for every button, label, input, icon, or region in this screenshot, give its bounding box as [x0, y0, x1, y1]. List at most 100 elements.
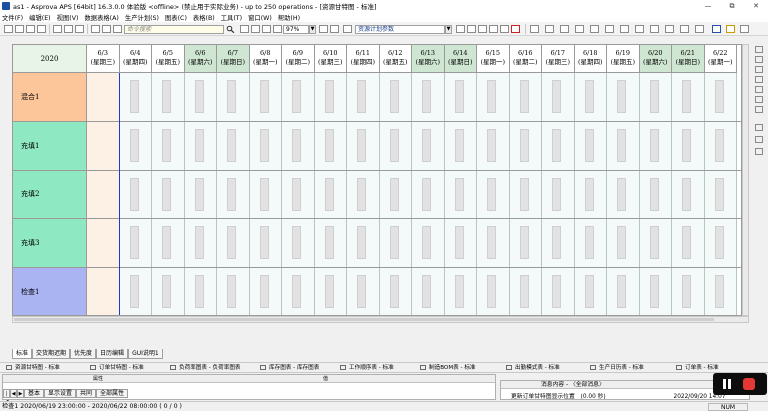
tool-icon[interactable] [755, 76, 763, 83]
restore-button[interactable]: ⧉ [720, 0, 744, 12]
tab-basic[interactable]: 基本 [24, 389, 45, 398]
rows-icon[interactable] [635, 25, 644, 33]
window-tab-order-table[interactable]: 订单表 - 标准 [676, 364, 719, 373]
tool-icon[interactable] [755, 46, 763, 53]
window-tab-load-chart[interactable]: 负荷率图表 - 负荷率图表 [170, 364, 241, 373]
tab-calendar-edit[interactable]: 日历编辑 [96, 349, 129, 359]
tool-icon[interactable] [755, 106, 763, 113]
layout-icon[interactable] [665, 25, 674, 33]
table-icon[interactable] [755, 124, 763, 131]
print-icon[interactable] [37, 25, 46, 33]
scrollbar-thumb[interactable] [14, 318, 714, 321]
align-right-icon[interactable] [560, 25, 569, 33]
pause-icon[interactable] [723, 379, 726, 389]
date-header[interactable]: 6/8 (星期一) [249, 45, 282, 73]
undo-icon[interactable] [91, 25, 100, 33]
date-header[interactable]: 6/15 (星期一) [477, 45, 510, 73]
tool-icon[interactable] [755, 56, 763, 63]
date-header[interactable]: 6/13 (星期六) [412, 45, 445, 73]
window-tab-inventory-chart[interactable]: 库存图表 - 库存图表 [260, 364, 319, 373]
zoom-level-select[interactable]: 97% [283, 25, 309, 34]
resource-row-header[interactable]: 充填2 [13, 170, 87, 220]
plan-params-icon[interactable] [343, 25, 352, 33]
menu-tools[interactable]: 工具(T) [221, 13, 242, 22]
window-tab-attendance[interactable]: 出勤模式表 - 标准 [506, 364, 560, 373]
resource-row-header[interactable]: 混合1 [13, 73, 87, 122]
tool-icon[interactable] [755, 66, 763, 73]
move-left-icon[interactable] [319, 25, 328, 33]
next-tab-arrow[interactable]: ▶ [17, 389, 24, 398]
date-header[interactable]: 6/17 (星期三) [542, 45, 575, 73]
new-file-icon[interactable] [4, 25, 13, 33]
cut-icon[interactable] [53, 25, 62, 33]
window-tab-resource-gantt[interactable]: 资源甘特图 - 标准 [6, 364, 60, 373]
plan-parameter-select[interactable]: 资源计划参数 [355, 25, 445, 34]
grid-view-icon[interactable] [740, 25, 749, 33]
chevron-down-icon[interactable]: ▼ [309, 25, 316, 34]
first-tab-arrow[interactable]: |◀ [3, 389, 10, 405]
date-header[interactable]: 6/18 (星期四) [574, 45, 607, 73]
window-tab-calendar[interactable]: 生产日历表 - 标准 [590, 364, 644, 373]
date-header[interactable]: 6/5 (星期五) [152, 45, 185, 73]
menu-chart[interactable]: 图表(C) [165, 13, 187, 22]
tab-all-properties[interactable]: 全部属性 [96, 389, 129, 398]
minimize-button[interactable]: — [696, 0, 720, 12]
vertical-scrollbar[interactable] [742, 44, 749, 316]
filter-icon[interactable] [680, 25, 689, 33]
run-plan-icon[interactable] [456, 25, 465, 33]
date-header[interactable]: 6/7 (星期日) [217, 45, 250, 73]
prev-tab-arrow[interactable]: ◀ [10, 389, 17, 398]
tab-gui-description[interactable]: GUI说明1 [128, 349, 163, 359]
grid-icon[interactable] [113, 25, 122, 33]
highlight-icon[interactable] [726, 25, 735, 33]
distribute-icon[interactable] [575, 25, 584, 33]
expand-icon[interactable] [605, 25, 614, 33]
zoom-out-icon[interactable] [251, 25, 260, 33]
redo-icon[interactable] [102, 25, 111, 33]
search-icon[interactable] [226, 25, 235, 34]
columns-icon[interactable] [650, 25, 659, 33]
resource-gantt-chart[interactable]: 2020 6/3 (星期三) 6/4 (星期四) 6/5 (星期五) 6/6 (星期六) 6/7… [12, 44, 742, 316]
resource-row-header[interactable]: 检查1 [13, 268, 87, 315]
tab-standard[interactable]: 标准 [12, 349, 33, 359]
tool-icon[interactable] [755, 96, 763, 103]
resource-row-header[interactable]: 充填1 [13, 121, 87, 171]
menu-window[interactable]: 窗口(W) [248, 13, 272, 22]
move-right-icon[interactable] [330, 25, 339, 33]
color-icon[interactable] [712, 25, 721, 33]
magnifier-icon[interactable] [755, 148, 763, 155]
message-row[interactable]: 更新订单甘特图显示位置 (0.00 秒) 2022/09/20 14:07 [511, 391, 726, 400]
window-tab-work-order[interactable]: 工作顺序表 - 标准 [340, 364, 394, 373]
date-header[interactable]: 6/12 (星期五) [379, 45, 412, 73]
date-header[interactable]: 6/22 (星期一) [704, 45, 737, 73]
link-icon[interactable] [489, 25, 498, 33]
menu-data-table[interactable]: 数据表格(A) [84, 13, 118, 22]
menu-view[interactable]: 视图(V) [57, 13, 79, 22]
align-left-icon[interactable] [530, 25, 539, 33]
horizontal-scrollbar[interactable] [12, 316, 749, 323]
zoom-fit-icon[interactable] [262, 25, 271, 33]
chevron-down-icon[interactable]: ▼ [445, 25, 452, 34]
plan-options-icon[interactable] [467, 25, 476, 33]
date-header[interactable]: 6/11 (星期四) [347, 45, 380, 73]
date-header[interactable]: 6/6 (星期六) [184, 45, 217, 73]
copy-icon[interactable] [64, 25, 73, 33]
date-header[interactable]: 6/20 (星期六) [639, 45, 672, 73]
date-header[interactable]: 6/9 (星期二) [282, 45, 315, 73]
menu-help[interactable]: 帮助(H) [278, 13, 300, 22]
date-header[interactable]: 6/4 (星期四) [119, 45, 152, 73]
stop-icon[interactable] [743, 378, 755, 390]
align-center-icon[interactable] [545, 25, 554, 33]
window-tab-bom[interactable]: 制造BOM表 - 标准 [420, 364, 476, 373]
tool-icon[interactable] [755, 86, 763, 93]
command-search-input[interactable]: 命令搜索 [124, 25, 224, 34]
date-header[interactable]: 6/19 (星期五) [607, 45, 640, 73]
menu-table[interactable]: 表格(B) [193, 13, 215, 22]
paste-icon[interactable] [75, 25, 84, 33]
zoom-reset-icon[interactable] [273, 25, 282, 33]
date-header[interactable]: 6/16 (星期二) [509, 45, 542, 73]
date-header[interactable]: 6/10 (星期三) [314, 45, 347, 73]
collapse-icon[interactable] [620, 25, 629, 33]
tab-priority[interactable]: 优先度 [70, 349, 97, 359]
settings-icon[interactable] [478, 25, 487, 33]
